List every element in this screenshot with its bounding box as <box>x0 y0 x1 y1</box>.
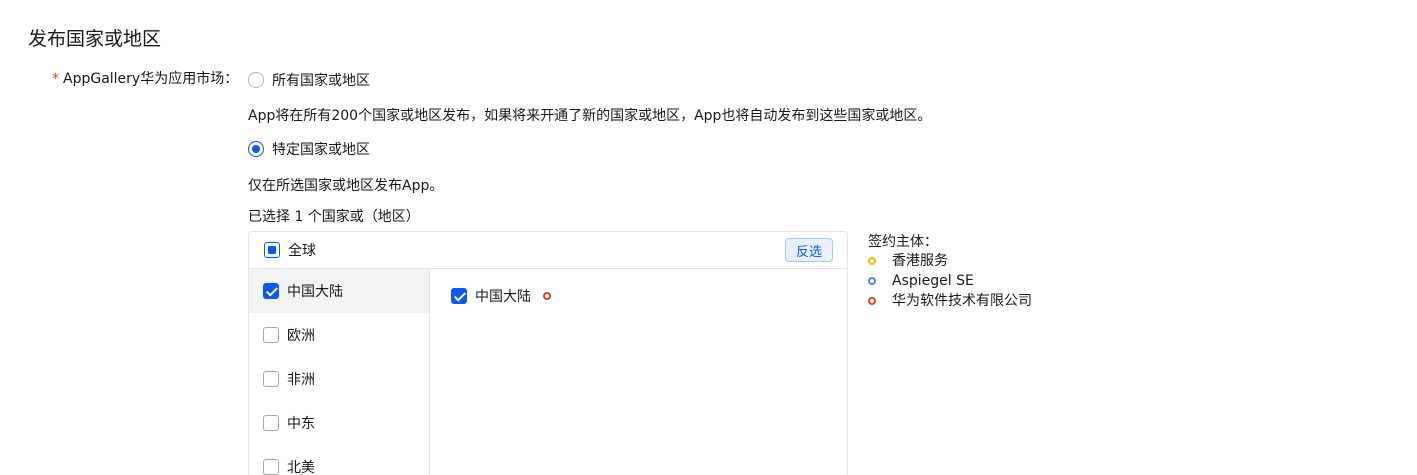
radio-specific-regions-circle[interactable] <box>248 141 264 157</box>
panel-header: 全球 反选 <box>249 232 847 269</box>
legend-item: Aspiegel SE <box>868 271 1032 291</box>
entity-ring-icon <box>543 292 551 300</box>
global-label: 全球 <box>288 243 316 259</box>
region-item-north-america[interactable]: 北美 <box>249 445 429 475</box>
legend-title: 签约主体： <box>868 234 938 250</box>
region-label: 北美 <box>287 460 315 475</box>
radio-specific-regions-label: 特定国家或地区 <box>272 142 370 158</box>
region-item-china-mainland[interactable]: 中国大陆 <box>249 269 429 313</box>
legend-label: 华为软件技术有限公司 <box>892 293 1032 309</box>
radio-all-regions-label: 所有国家或地区 <box>272 73 370 89</box>
field-label-text: AppGallery华为应用市场： <box>63 71 239 87</box>
yellow-ring-icon <box>868 257 876 265</box>
legend-item: 香港服务 <box>868 251 1032 271</box>
region-checkbox[interactable] <box>263 327 279 343</box>
section-title: 发布国家或地区 <box>28 28 162 50</box>
country-item-china-mainland[interactable]: 中国大陆 <box>451 286 551 306</box>
radio-all-regions-circle[interactable] <box>248 72 264 88</box>
radio-all-regions[interactable]: 所有国家或地区 <box>248 70 370 90</box>
radio-specific-regions[interactable]: 特定国家或地区 <box>248 139 370 159</box>
region-item-africa[interactable]: 非洲 <box>249 357 429 401</box>
region-checkbox[interactable] <box>263 371 279 387</box>
region-item-middle-east[interactable]: 中东 <box>249 401 429 445</box>
region-list: 中国大陆 欧洲 非洲 中东 北美 <box>249 269 430 475</box>
region-checkbox[interactable] <box>263 283 279 299</box>
region-checkbox[interactable] <box>263 415 279 431</box>
country-checkbox[interactable] <box>451 288 467 304</box>
legend-label: Aspiegel SE <box>892 273 974 289</box>
legend-item: 华为软件技术有限公司 <box>868 291 1032 311</box>
required-mark: * <box>52 71 59 87</box>
region-label: 中国大陆 <box>287 284 343 300</box>
global-checkbox[interactable] <box>264 242 280 258</box>
region-checkbox[interactable] <box>263 459 279 475</box>
blue-ring-icon <box>868 277 876 285</box>
all-regions-description: App将在所有200个国家或地区发布，如果将来开通了新的国家或地区，App也将自… <box>248 108 932 124</box>
country-list: 中国大陆 <box>430 269 847 475</box>
region-label: 非洲 <box>287 372 315 388</box>
region-label: 欧洲 <box>287 328 315 344</box>
signing-entity-legend: 签约主体： 香港服务 Aspiegel SE 华为软件技术有限公司 <box>868 233 1032 311</box>
region-selector-panel: 全球 反选 中国大陆 欧洲 非洲 中东 北美 中国大陆 <box>248 231 848 475</box>
selection-count: 已选择 1 个国家或（地区） <box>248 209 420 225</box>
country-label: 中国大陆 <box>475 289 531 305</box>
region-label: 中东 <box>287 416 315 432</box>
appgallery-field-label: * AppGallery华为应用市场： <box>52 68 238 88</box>
invert-selection-button[interactable]: 反选 <box>785 238 833 262</box>
red-ring-icon <box>868 297 876 305</box>
legend-label: 香港服务 <box>892 253 948 269</box>
region-item-europe[interactable]: 欧洲 <box>249 313 429 357</box>
specific-regions-description: 仅在所选国家或地区发布App。 <box>248 178 444 194</box>
